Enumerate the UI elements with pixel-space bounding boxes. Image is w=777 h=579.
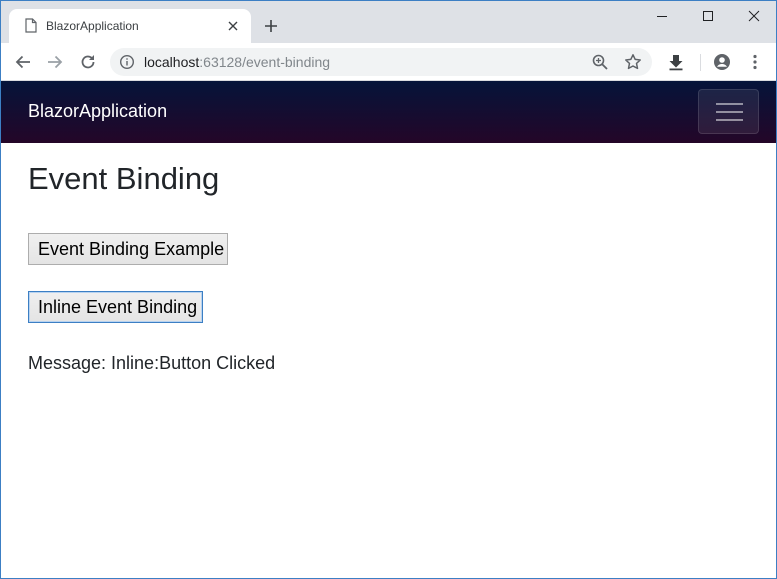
- zoom-icon[interactable]: [591, 53, 609, 71]
- forward-arrow-icon[interactable]: [46, 53, 64, 71]
- profile-avatar-icon[interactable]: [713, 53, 731, 71]
- address-bar[interactable]: localhost:63128/event-binding: [110, 48, 652, 76]
- page-icon: [25, 18, 37, 33]
- back-arrow-icon[interactable]: [14, 53, 32, 71]
- page-title: Event Binding: [28, 161, 220, 196]
- message-text: Message: Inline:Button Clicked: [28, 353, 276, 373]
- hamburger-icon: [716, 103, 743, 105]
- url-host: localhost: [144, 54, 200, 70]
- navbar-toggler-button[interactable]: [698, 89, 759, 134]
- event-binding-example-button[interactable]: Event Binding Example: [28, 233, 228, 265]
- site-info-icon[interactable]: [119, 54, 135, 70]
- new-tab-icon[interactable]: [263, 18, 279, 34]
- hamburger-icon: [716, 111, 743, 113]
- browser-window: BlazorApplication localhost:63128/event-…: [0, 0, 777, 579]
- browser-tab[interactable]: BlazorApplication: [9, 9, 251, 43]
- close-icon: [748, 10, 760, 22]
- minimize-icon: [657, 16, 667, 17]
- url-text[interactable]: localhost:63128/event-binding: [144, 54, 330, 70]
- more-menu-icon[interactable]: [746, 53, 764, 71]
- download-icon[interactable]: [667, 53, 685, 71]
- navbar-brand-link[interactable]: BlazorApplication: [28, 101, 167, 122]
- toolbar-separator: [700, 54, 701, 71]
- maximize-button[interactable]: [685, 1, 731, 31]
- tab-title: BlazorApplication: [46, 19, 139, 33]
- browser-toolbar: localhost:63128/event-binding: [1, 43, 776, 81]
- hamburger-icon: [716, 119, 743, 121]
- minimize-button[interactable]: [639, 1, 685, 31]
- close-tab-icon[interactable]: [227, 20, 239, 32]
- inline-event-binding-button[interactable]: Inline Event Binding: [28, 291, 203, 323]
- maximize-icon: [703, 11, 713, 21]
- top-navbar: BlazorApplication: [1, 81, 776, 143]
- url-path: :63128/event-binding: [199, 54, 331, 70]
- close-window-button[interactable]: [731, 1, 776, 31]
- reload-icon[interactable]: [79, 53, 97, 71]
- bookmark-star-icon[interactable]: [624, 53, 642, 71]
- tab-strip: BlazorApplication: [1, 1, 776, 43]
